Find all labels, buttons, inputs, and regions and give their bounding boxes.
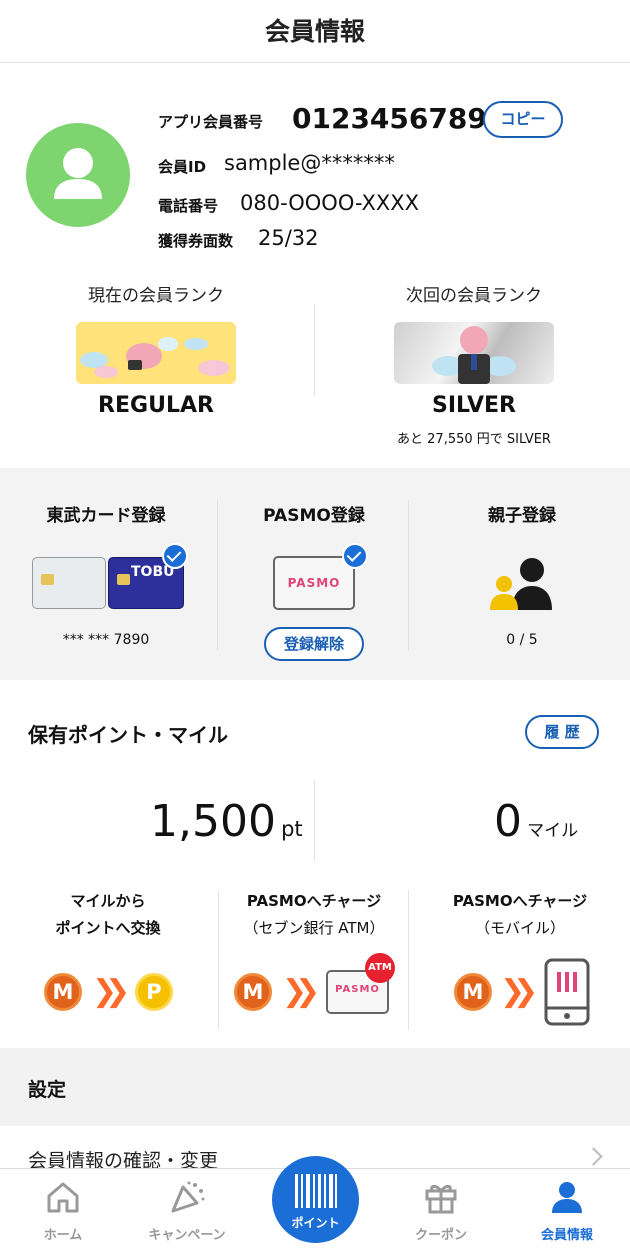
miles-value: 0 <box>494 796 522 847</box>
tab-campaign-label: キャンペーン <box>148 1228 226 1243</box>
page-title: 会員情報 <box>264 17 365 46</box>
tab-point[interactable]: ポイント <box>272 1156 359 1243</box>
phone-value: 080-OOOO-XXXX <box>240 191 420 215</box>
pasmo-card[interactable]: PASMO <box>273 556 355 610</box>
atm-badge: ATM <box>365 953 395 983</box>
user-icon <box>552 1182 582 1213</box>
points-value: 1,500 <box>150 796 276 847</box>
mile-coin-icon: M <box>44 973 82 1011</box>
points-divider <box>314 780 315 862</box>
history-button[interactable]: 履 歴 <box>525 715 599 749</box>
tobu-card-number: *** *** 7890 <box>62 632 150 648</box>
ic-chip-icon <box>117 574 130 585</box>
pasmo-card-word: PASMO <box>335 984 380 995</box>
next-rank-caption: 次回の会員ランク <box>406 286 542 306</box>
check-icon <box>342 543 368 569</box>
pasmo-charge-atm-line2: （セブン銀行 ATM） <box>243 919 385 937</box>
chevron-right-icon <box>584 1147 603 1166</box>
tab-member-info[interactable]: 会員情報 <box>504 1169 630 1256</box>
family-count: 0 / 5 <box>506 632 538 648</box>
tab-coupon-label: クーポン <box>414 1228 467 1243</box>
current-rank-name: REGULAR <box>98 393 214 418</box>
app-member-number: 0123456789 <box>292 102 487 135</box>
family-registration-title: 親子登録 <box>488 506 556 526</box>
double-chevron-icon: ❯❯ <box>500 974 538 1009</box>
party-popper-icon <box>171 1181 205 1213</box>
double-chevron-icon: ❯❯ <box>92 974 130 1009</box>
tab-member-info-label: 会員情報 <box>540 1228 593 1243</box>
tab-home-label: ホーム <box>43 1228 83 1243</box>
points-balance: 1,500 pt <box>150 796 303 847</box>
points-unit: pt <box>281 817 303 841</box>
tab-point-label: ポイント <box>291 1216 340 1230</box>
pasmo-charge-atm-title: PASMOへチャージ （セブン銀行 ATM） <box>218 888 410 942</box>
regular-rank-card <box>76 322 236 384</box>
check-icon <box>162 543 188 569</box>
settings-title: 設定 <box>28 1079 67 1101</box>
miles-unit: マイル <box>527 821 579 841</box>
unregister-button[interactable]: 登録解除 <box>264 627 364 661</box>
copy-button[interactable]: コピー <box>483 101 563 138</box>
tab-campaign[interactable]: キャンペーン <box>124 1169 250 1256</box>
member-id-value: sample@******* <box>224 151 395 175</box>
coupon-count-value: 25/32 <box>258 226 319 250</box>
miles-balance: 0 マイル <box>494 796 578 847</box>
double-chevron-icon: ❯❯ <box>282 974 320 1009</box>
settings-header <box>0 1048 630 1126</box>
top-header: 会員情報 <box>0 0 630 63</box>
mile-coin-icon: M <box>234 973 272 1011</box>
pasmo-card-word: PASMO <box>287 576 341 590</box>
flying-pig-illustration <box>80 337 230 378</box>
mile-to-point-line1: マイルから <box>70 892 146 910</box>
mile-to-point-line2: ポイントへ交換 <box>55 919 161 937</box>
mile-coin-icon: M <box>454 973 492 1011</box>
pasmo-charge-mobile-title: PASMOへチャージ （モバイル） <box>410 888 630 942</box>
barcode-icon <box>295 1174 337 1208</box>
tobu-card-title: 東武カード登録 <box>46 506 166 526</box>
smartphone-icon <box>544 958 590 1026</box>
silver-rank-card <box>394 322 554 384</box>
tab-coupon[interactable]: クーポン <box>378 1169 504 1256</box>
ic-chip-icon <box>41 574 54 585</box>
gift-icon <box>425 1184 457 1214</box>
rank-divider <box>314 304 315 396</box>
coupon-count-label: 獲得券面数 <box>158 232 234 250</box>
points-section-title: 保有ポイント・マイル <box>28 723 228 747</box>
next-rank-note: あと 27,550 円で SILVER <box>397 432 551 447</box>
family-icon[interactable] <box>488 556 554 612</box>
home-icon <box>47 1182 79 1213</box>
phone-label: 電話番号 <box>158 197 219 215</box>
avatar <box>26 123 130 227</box>
app-member-number-label: アプリ会員番号 <box>158 113 264 131</box>
pasmo-charge-mobile-line2: （モバイル） <box>474 919 565 937</box>
current-rank-caption: 現在の会員ランク <box>88 286 224 306</box>
pasmo-charge-atm-line1: PASMOへチャージ <box>246 892 382 910</box>
tab-home[interactable]: ホーム <box>0 1169 126 1256</box>
pasmo-charge-mobile-line1: PASMOへチャージ <box>452 892 588 910</box>
point-coin-icon: P <box>135 973 173 1011</box>
next-rank-name: SILVER <box>431 393 516 418</box>
user-icon <box>54 148 102 199</box>
pig-in-suit-illustration <box>432 326 516 384</box>
tobu-card-silver[interactable] <box>32 557 106 609</box>
member-id-label: 会員ID <box>158 158 207 176</box>
mile-to-point-title: マイルから ポイントへ交換 <box>0 888 216 942</box>
pasmo-title: PASMO登録 <box>263 506 365 526</box>
